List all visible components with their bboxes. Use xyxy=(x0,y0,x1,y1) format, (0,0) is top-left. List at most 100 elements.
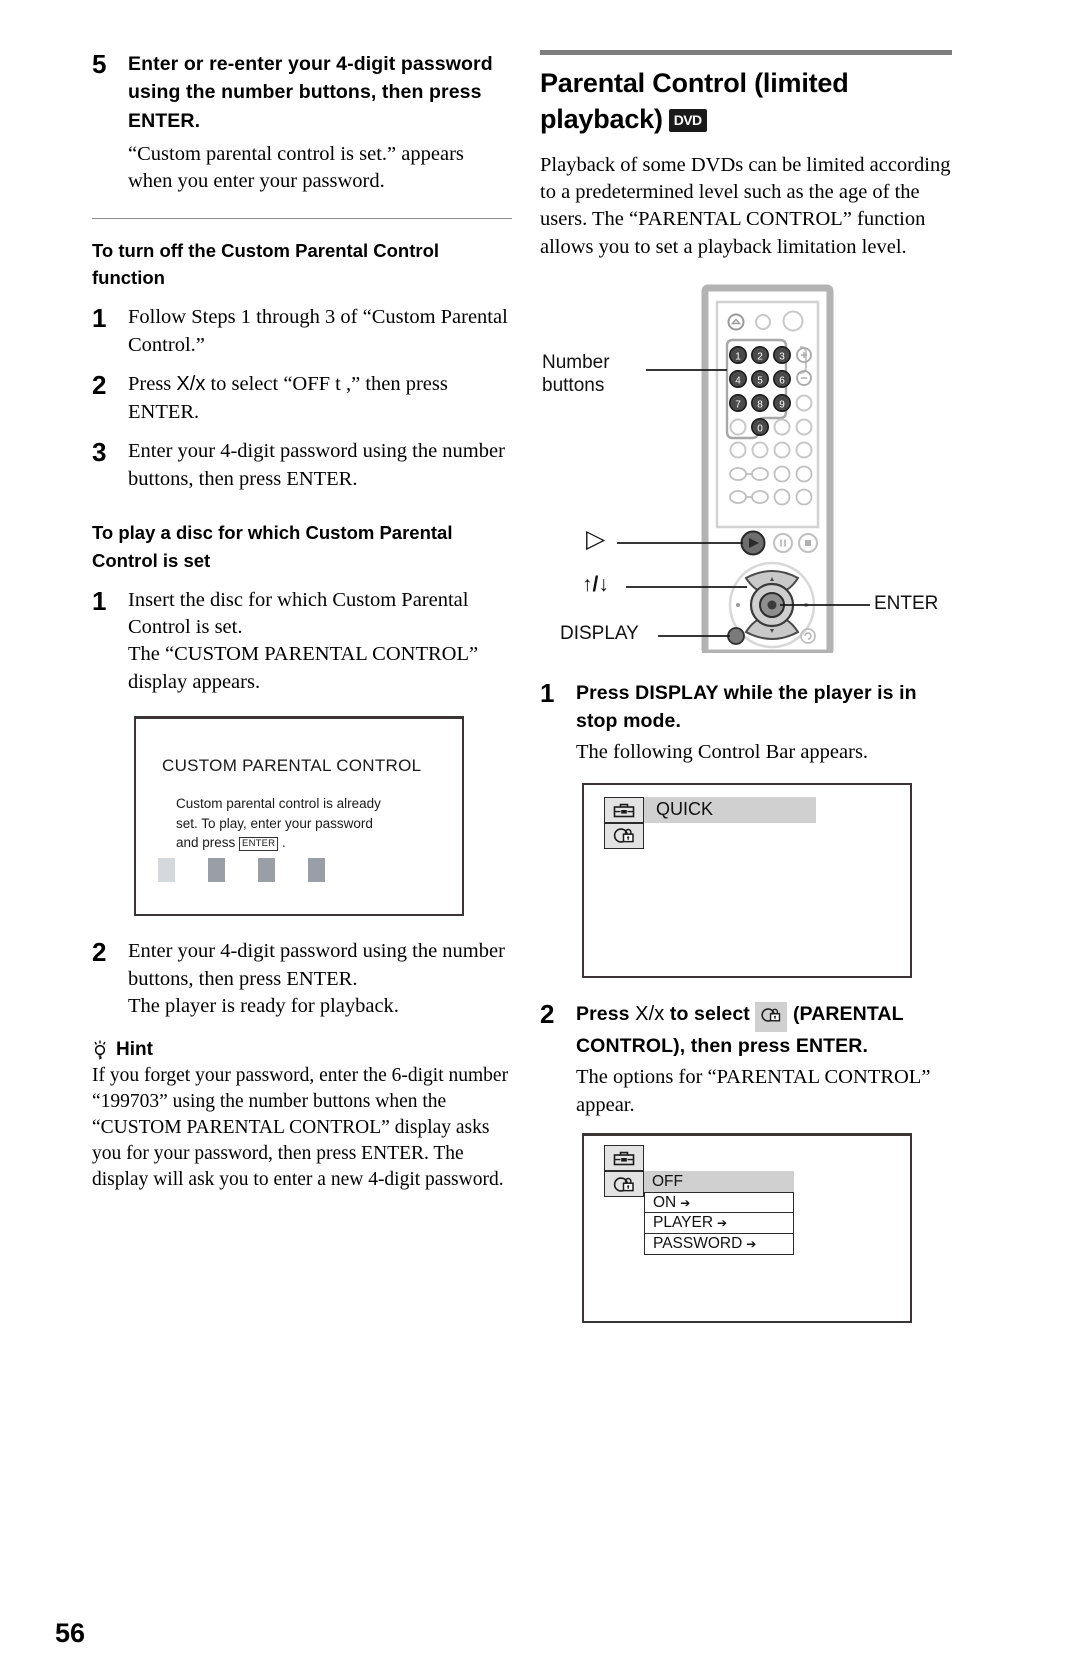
option-player[interactable]: PLAYER ➔ xyxy=(644,1213,794,1235)
parental-lock-icon[interactable] xyxy=(604,1171,644,1198)
password-slot-1 xyxy=(158,858,175,883)
step-text-before: Press xyxy=(128,373,177,396)
screen-top-edge xyxy=(134,716,464,719)
heading-turn-off-custom-parental-control: To turn off the Custom Parental Control … xyxy=(92,239,440,289)
password-slots xyxy=(158,858,325,883)
password-slot-4 xyxy=(308,858,325,883)
updown-keys-glyph: X/x xyxy=(176,373,206,396)
svg-text:7: 7 xyxy=(735,399,741,410)
options-list: OFF ON ➔ PLAYER ➔ PASSWORD ➔ xyxy=(644,1171,794,1256)
step-5-heading: Enter or re-enter your 4-digit password … xyxy=(128,53,493,132)
section-divider xyxy=(92,217,512,219)
step-2-head-before: Press xyxy=(576,1002,636,1025)
page-number: 56 xyxy=(55,1618,86,1648)
parental-control-options-screen: OFF ON ➔ PLAYER ➔ PASSWORD ➔ xyxy=(582,1133,912,1324)
control-bar-quick-row[interactable]: QUICK xyxy=(604,796,816,823)
step-number: 1 xyxy=(92,585,107,616)
screen-body-line-3: and press ENTER . xyxy=(176,833,381,852)
svg-text:6: 6 xyxy=(779,375,785,386)
manual-page: 5 Enter or re-enter your 4-digit passwor… xyxy=(0,0,1080,1677)
step-text-line-1: Insert the disc for which Custom Parenta… xyxy=(128,588,469,639)
screen-top-edge xyxy=(582,1133,912,1136)
screen-body-line-2: set. To play, enter your password xyxy=(176,815,373,831)
screen-top-edge xyxy=(582,782,912,786)
step-number: 1 xyxy=(92,303,107,334)
screen-left-edge xyxy=(134,716,137,917)
screen-body-line-3-before: and press xyxy=(176,834,240,850)
page-title-line-1: Parental Control (limited xyxy=(540,68,849,98)
step-number: 2 xyxy=(540,998,555,1029)
dvd-badge: DVD xyxy=(668,109,707,133)
section-top-rule xyxy=(540,50,952,55)
option-arrow: ➔ xyxy=(717,1216,728,1231)
hint-text: If you forget your password, enter the 6… xyxy=(92,1064,509,1190)
turn-off-step-1: 1 Follow Steps 1 through 3 of “Custom Pa… xyxy=(92,304,512,359)
callout-up-down-arrows: ↑/↓ xyxy=(582,572,609,596)
callout-enter-button: ENTER xyxy=(874,592,939,614)
right-column: Parental Control (limited playback) DVD P… xyxy=(540,50,960,1324)
left-column: 5 Enter or re-enter your 4-digit passwor… xyxy=(92,49,512,1192)
page-title-line-2: playback) xyxy=(540,104,663,135)
step-number: 2 xyxy=(92,370,107,401)
control-bar-screen: QUICK xyxy=(582,782,912,978)
enter-key-glyph: ENTER xyxy=(239,836,279,851)
option-off[interactable]: OFF xyxy=(644,1171,794,1193)
section-intro-text: Playback of some DVDs can be limited acc… xyxy=(540,153,951,258)
hint-heading: Hint xyxy=(92,1039,512,1061)
screen-body-text: Custom parental control is already set. … xyxy=(176,794,381,851)
step-text-line-2: The “CUSTOM PARENTAL CONTROL” display ap… xyxy=(128,643,479,693)
play-disc-step-2: 2 Enter your 4-digit password using the … xyxy=(92,938,512,1020)
svg-text:8: 8 xyxy=(757,399,763,410)
hint-label: Hint xyxy=(116,1038,153,1060)
page-title: Parental Control (limited playback) DVD xyxy=(540,65,960,138)
callout-number-buttons: Number buttons xyxy=(542,351,610,397)
step-text: Follow Steps 1 through 3 of “Custom Pare… xyxy=(128,306,508,356)
svg-text:3: 3 xyxy=(779,351,785,362)
step-2-heading: Press X/x to select (PARENTAL CONTROL), … xyxy=(576,1000,960,1061)
step-5-description: “Custom parental control is set.” appear… xyxy=(128,142,464,193)
lightbulb-icon xyxy=(92,1040,108,1060)
heading-play-disc-custom-parental-control: To play a disc for which Custom Parental… xyxy=(92,522,453,571)
screen-body-line-3-after: . xyxy=(278,834,286,850)
option-password[interactable]: PASSWORD ➔ xyxy=(644,1234,794,1256)
callout-display-button: DISPLAY xyxy=(560,622,639,644)
step-2-head-mid: to select xyxy=(664,1002,756,1025)
screen-left-edge xyxy=(582,782,585,978)
option-label: OFF xyxy=(652,1172,683,1190)
parental-lock-inline-icon xyxy=(755,1001,788,1033)
step-number: 2 xyxy=(92,937,107,968)
step-number: 1 xyxy=(540,677,555,708)
screen-title: CUSTOM PARENTAL CONTROL xyxy=(162,756,422,776)
toolbox-icon[interactable] xyxy=(604,1145,644,1172)
svg-text:1: 1 xyxy=(735,351,741,362)
option-arrow: ➔ xyxy=(746,1237,757,1252)
step-number: 3 xyxy=(92,437,107,468)
option-label: ON xyxy=(653,1193,677,1211)
turn-off-step-3: 3 Enter your 4-digit password using the … xyxy=(92,438,512,493)
quick-label: QUICK xyxy=(644,796,816,823)
option-arrow: ➔ xyxy=(680,1195,691,1210)
screen-right-edge xyxy=(909,1133,912,1324)
updown-keys-glyph: X/x xyxy=(635,1002,665,1025)
password-slot-2 xyxy=(208,858,225,883)
toolbox-icon xyxy=(604,796,644,823)
screen-bottom-edge xyxy=(582,975,912,978)
custom-parental-control-screen: CUSTOM PARENTAL CONTROL Custom parental … xyxy=(134,716,464,917)
callout-number-buttons-line-2: buttons xyxy=(542,375,605,397)
svg-text:5: 5 xyxy=(757,375,763,386)
step-1-description: The following Control Bar appears. xyxy=(576,741,869,764)
option-on[interactable]: ON ➔ xyxy=(644,1192,794,1214)
step-text-line-2: The player is ready for playback. xyxy=(128,995,399,1018)
step-text-line-1: Enter your 4-digit password using the nu… xyxy=(128,940,505,990)
screen-bottom-edge xyxy=(134,914,464,917)
svg-text:0: 0 xyxy=(757,423,763,434)
parental-lock-icon[interactable] xyxy=(604,822,644,849)
option-label: PASSWORD xyxy=(653,1235,743,1253)
screen-left-edge xyxy=(582,1133,585,1324)
callout-number-buttons-line-1: Number xyxy=(542,351,610,373)
svg-text:9: 9 xyxy=(779,399,785,410)
step-text: Enter your 4-digit password using the nu… xyxy=(128,440,505,490)
step-number: 5 xyxy=(92,49,107,79)
right-step-2: 2 Press X/x to select (PARENTAL CONTROL)… xyxy=(540,998,960,1119)
screen-right-edge xyxy=(461,716,464,917)
